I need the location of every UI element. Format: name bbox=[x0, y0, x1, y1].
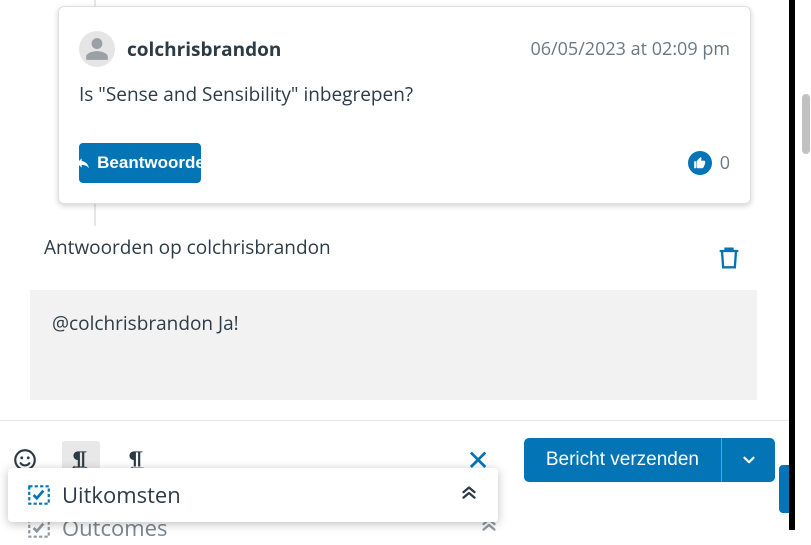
outcomes-label: Uitkomsten bbox=[62, 480, 181, 510]
outcomes-card[interactable]: Uitkomsten bbox=[8, 468, 498, 522]
send-button[interactable]: Bericht verzenden bbox=[524, 438, 721, 482]
trash-icon bbox=[715, 244, 743, 272]
like-count: 0 bbox=[720, 151, 730, 175]
like-group[interactable]: 0 bbox=[688, 151, 730, 175]
delete-draft-button[interactable] bbox=[715, 244, 743, 277]
like-icon bbox=[688, 151, 712, 175]
reply-heading: Antwoorden op colchrisbrandon bbox=[44, 234, 331, 260]
reply-button-label: Beantwoorde bbox=[97, 153, 201, 173]
avatar[interactable] bbox=[79, 31, 115, 67]
person-icon bbox=[84, 36, 110, 62]
send-group: Bericht verzenden bbox=[524, 438, 775, 482]
scrollbar-thumb[interactable] bbox=[802, 94, 810, 154]
send-options-button[interactable] bbox=[721, 438, 775, 482]
comment-card: colchrisbrandon 06/05/2023 at 02:09 pm I… bbox=[58, 6, 751, 204]
collapse-button[interactable] bbox=[458, 482, 480, 509]
chevron-down-icon bbox=[740, 451, 758, 469]
comment-timestamp: 06/05/2023 at 02:09 pm bbox=[530, 37, 730, 61]
reply-textarea[interactable] bbox=[30, 290, 757, 400]
reply-button[interactable]: Beantwoorde bbox=[79, 143, 201, 183]
comment-footer: Beantwoorde 0 bbox=[79, 143, 730, 183]
divider bbox=[0, 420, 789, 421]
checklist-icon bbox=[26, 482, 52, 508]
chevron-double-up-icon bbox=[458, 482, 480, 504]
comment-body: Is "Sense and Sensibility" inbegrepen? bbox=[79, 81, 730, 107]
thread-line bbox=[94, 204, 96, 226]
side-widget-edge[interactable] bbox=[779, 465, 789, 513]
comment-header: colchrisbrandon 06/05/2023 at 02:09 pm bbox=[79, 31, 730, 67]
reply-icon bbox=[79, 155, 91, 171]
comment-author[interactable]: colchrisbrandon bbox=[127, 36, 281, 62]
discussion-panel: colchrisbrandon 06/05/2023 at 02:09 pm I… bbox=[0, 0, 795, 530]
scrollbar-track[interactable] bbox=[801, 0, 811, 530]
